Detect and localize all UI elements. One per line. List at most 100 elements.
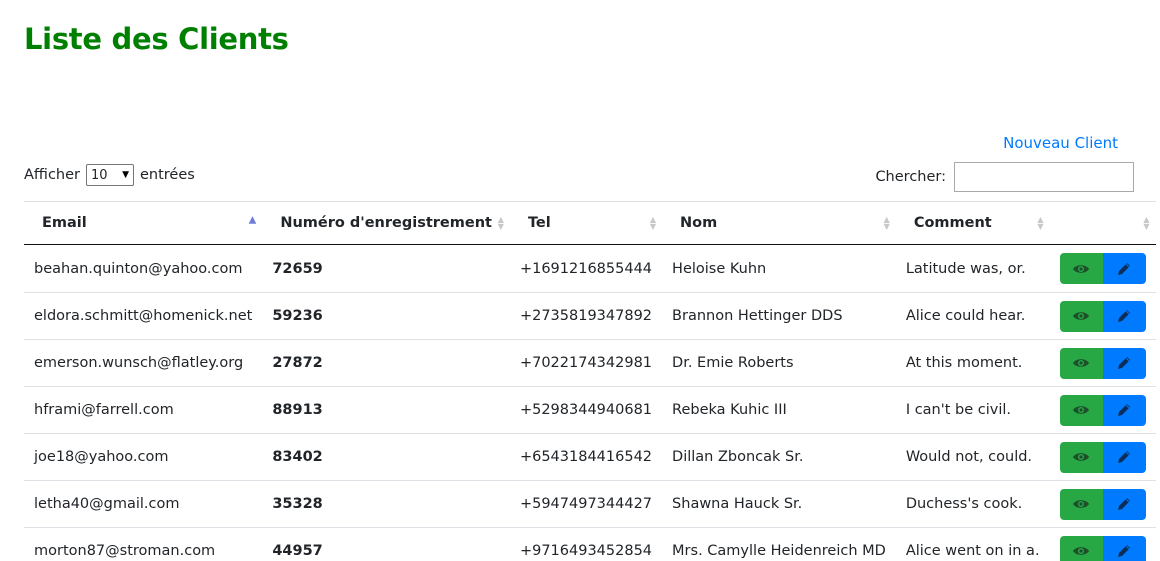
registration-number-cell: 88913 xyxy=(262,386,510,433)
pencil-icon xyxy=(1118,310,1131,322)
page-title: Liste des Clients xyxy=(24,22,289,56)
tel-cell: +5298344940681 xyxy=(509,386,663,433)
name-cell: Rebeka Kuhic III xyxy=(662,386,896,433)
column-header-email[interactable]: Email ▲ xyxy=(24,201,263,245)
registration-number-cell: 44957 xyxy=(262,527,510,561)
edit-button[interactable] xyxy=(1102,300,1146,332)
view-button[interactable] xyxy=(1059,347,1103,379)
column-header-tel[interactable]: Tel ▲ ▼ xyxy=(509,201,663,245)
email-text: beahan.quinton@yahoo.com xyxy=(34,260,243,277)
search-control: Chercher: xyxy=(875,162,1134,192)
column-header-registration-number[interactable]: Numéro d'enregistrement ▲ ▼ xyxy=(262,201,510,245)
eye-icon xyxy=(1073,406,1090,414)
registration-number-cell: 72659 xyxy=(262,245,510,292)
pencil-icon xyxy=(1118,451,1131,463)
name-cell: Mrs. Camylle Heidenreich MD xyxy=(662,527,896,561)
email-cell: joe18@yahoo.com xyxy=(24,433,263,480)
comment-text: Latitude was, or. xyxy=(905,260,1026,277)
table-row: beahan.quinton@yahoo.com 72659 +16912168… xyxy=(24,245,1156,292)
view-button[interactable] xyxy=(1059,535,1103,561)
table-row: joe18@yahoo.com 83402 +6543184416542 Dil… xyxy=(24,433,1156,480)
tel-cell: +6543184416542 xyxy=(509,433,663,480)
action-button-group xyxy=(1059,441,1146,473)
view-button[interactable] xyxy=(1059,253,1103,284)
column-header-actions[interactable]: ▲ ▼ xyxy=(1049,201,1156,245)
actions-cell xyxy=(1049,339,1156,386)
tel-text: +9716493452854 xyxy=(519,543,653,559)
column-header-label: Tel xyxy=(527,215,551,231)
table-row: eldora.schmitt@homenick.net 59236 +27358… xyxy=(24,292,1156,339)
tel-text: +6543184416542 xyxy=(519,449,653,465)
column-header-comment[interactable]: Comment ▲ ▼ xyxy=(895,201,1050,245)
tel-cell: +5947497344427 xyxy=(509,480,663,527)
email-cell: letha40@gmail.com xyxy=(24,480,263,527)
registration-number-cell: 35328 xyxy=(262,480,510,527)
entries-per-page-select[interactable]: 10 ▼ xyxy=(85,164,134,186)
column-header-label: Numéro d'enregistrement xyxy=(280,215,492,231)
comment-text: Alice went on in a. xyxy=(905,543,1040,559)
edit-button[interactable] xyxy=(1102,535,1146,561)
view-button[interactable] xyxy=(1059,488,1103,520)
registration-number-text: 27872 xyxy=(272,355,323,371)
name-cell: Brannon Hettinger DDS xyxy=(662,292,896,339)
actions-cell xyxy=(1049,433,1156,480)
sort-both-icon: ▲ ▼ xyxy=(1037,215,1044,231)
name-text: Mrs. Camylle Heidenreich MD xyxy=(672,543,886,559)
edit-button[interactable] xyxy=(1102,253,1146,284)
registration-number-cell: 27872 xyxy=(262,339,510,386)
view-button[interactable] xyxy=(1059,300,1103,332)
tel-cell: +2735819347892 xyxy=(509,292,663,339)
pencil-icon xyxy=(1118,262,1131,275)
header-divider-gap xyxy=(257,246,259,248)
edit-button[interactable] xyxy=(1102,488,1146,520)
action-button-group xyxy=(1059,253,1146,284)
edit-button[interactable] xyxy=(1102,347,1146,379)
action-button-group xyxy=(1059,535,1146,561)
registration-number-text: 44957 xyxy=(272,543,323,559)
comment-cell: Duchess's cook. xyxy=(895,480,1050,527)
email-text: emerson.wunsch@flatley.org xyxy=(34,355,244,371)
view-button[interactable] xyxy=(1059,394,1103,426)
name-text: Rebeka Kuhic III xyxy=(672,402,787,418)
table-header-row: Email ▲ Numéro d'enregistrement ▲ ▼ Tel ▲… xyxy=(24,201,1156,245)
edit-button[interactable] xyxy=(1102,441,1146,473)
page: Liste des Clients Nouveau Client Affiche… xyxy=(0,0,1160,561)
view-button[interactable] xyxy=(1059,441,1103,473)
sort-both-icon: ▲ ▼ xyxy=(649,215,657,231)
column-header-name[interactable]: Nom ▲ ▼ xyxy=(662,201,896,245)
tel-cell: +1691216855444 xyxy=(510,245,662,292)
comment-cell: Would not, could. xyxy=(895,433,1050,480)
eye-icon xyxy=(1073,547,1090,555)
edit-button[interactable] xyxy=(1102,394,1146,426)
email-cell: eldora.schmitt@homenick.net xyxy=(24,292,263,339)
length-control: Afficher 10 ▼ entrées xyxy=(24,164,195,186)
tel-text: +5947497344427 xyxy=(519,496,653,512)
name-text: Dr. Emie Roberts xyxy=(672,355,794,371)
search-input[interactable] xyxy=(954,162,1134,192)
name-cell: Heloise Kuhn xyxy=(662,245,896,292)
email-cell: beahan.quinton@yahoo.com xyxy=(24,245,262,292)
search-label: Chercher: xyxy=(875,169,946,185)
email-cell: emerson.wunsch@flatley.org xyxy=(24,339,263,386)
new-client-link[interactable]: Nouveau Client xyxy=(1003,134,1118,152)
sort-both-icon: ▲ ▼ xyxy=(1143,215,1150,231)
comment-text: Would not, could. xyxy=(905,449,1033,465)
column-header-label: Nom xyxy=(680,215,718,231)
pencil-icon xyxy=(1118,404,1131,416)
name-text: Brannon Hettinger DDS xyxy=(672,308,843,324)
comment-text: I can't be civil. xyxy=(905,402,1012,418)
eye-icon xyxy=(1073,264,1090,273)
comment-cell: Alice could hear. xyxy=(895,292,1050,339)
email-cell: hframi@farrell.com xyxy=(24,386,263,433)
registration-number-text: 59236 xyxy=(272,308,323,324)
tel-cell: +9716493452854 xyxy=(509,527,663,561)
header-divider-gap xyxy=(1025,246,1027,248)
length-prefix: Afficher xyxy=(24,167,80,183)
name-cell: Dillan Zboncak Sr. xyxy=(662,433,896,480)
action-button-group xyxy=(1059,488,1146,520)
actions-cell xyxy=(1049,292,1156,339)
entries-per-page-value: 10 xyxy=(90,167,108,183)
length-suffix: entrées xyxy=(139,167,195,183)
registration-number-text: 72659 xyxy=(272,260,323,277)
registration-number-text: 83402 xyxy=(272,449,323,465)
